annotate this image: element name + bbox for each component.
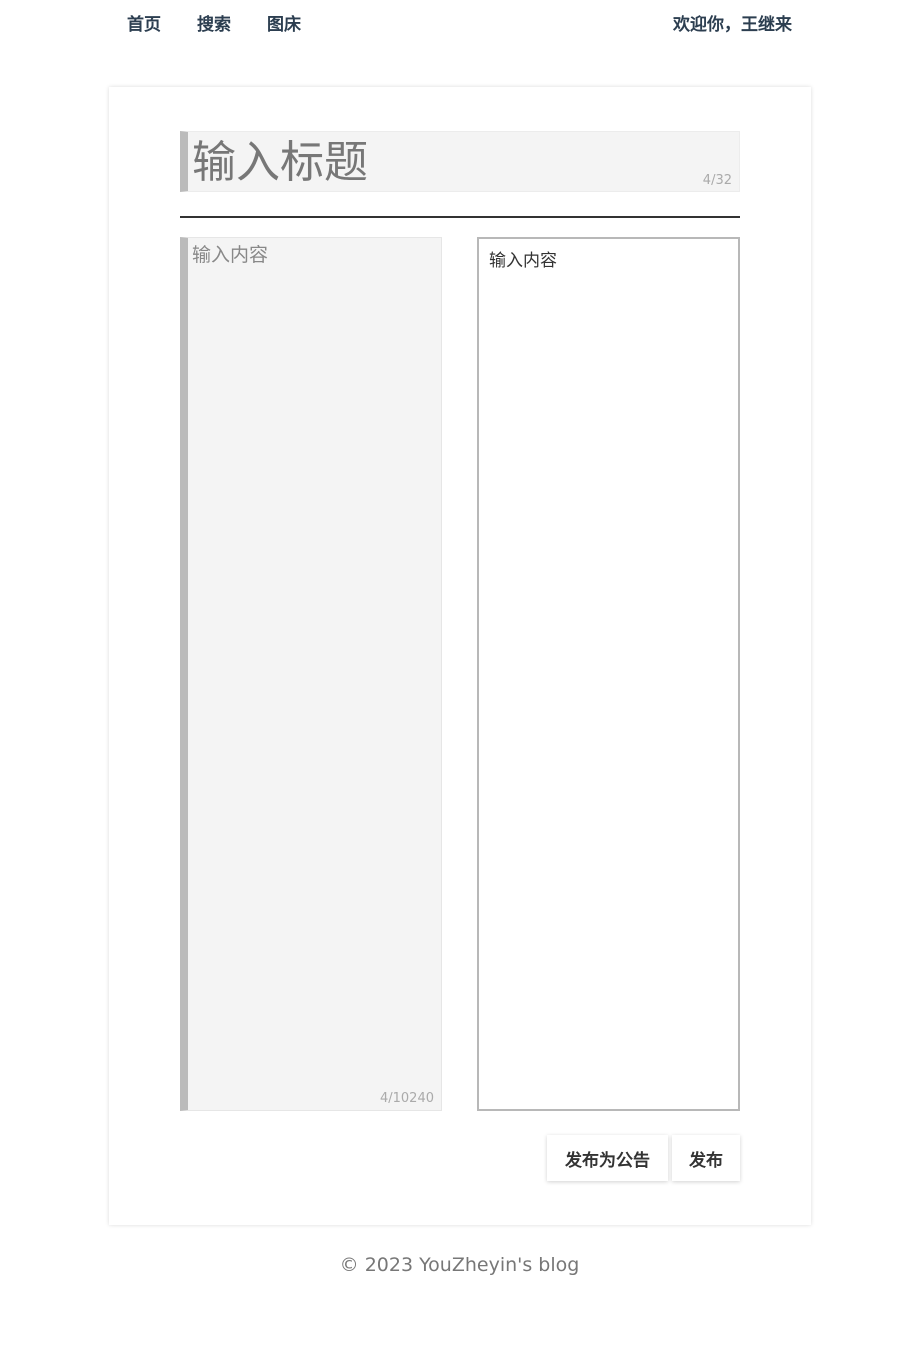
content-textarea[interactable] (192, 240, 437, 1080)
editor-card: 4/32 4/10240 输入内容 发布为公告 发布 (109, 87, 811, 1225)
title-field-container: 4/32 (180, 131, 740, 192)
top-navigation: 首页 搜索 图床 欢迎你，王继来 (0, 0, 919, 42)
publish-button[interactable]: 发布 (672, 1135, 740, 1181)
nav-image-bed-link[interactable]: 图床 (267, 10, 301, 35)
content-char-count: 4/10240 (379, 1091, 434, 1106)
welcome-user-link[interactable]: 欢迎你，王继来 (673, 10, 792, 35)
nav-home-link[interactable]: 首页 (127, 10, 161, 35)
content-preview-pane: 输入内容 (477, 237, 740, 1111)
content-editor-container: 4/10240 (180, 237, 442, 1111)
title-input[interactable] (192, 134, 692, 190)
nav-search-link[interactable]: 搜索 (197, 10, 231, 35)
preview-text: 输入内容 (489, 251, 557, 271)
publish-announcement-button[interactable]: 发布为公告 (547, 1135, 668, 1181)
title-char-count: 4/32 (702, 173, 732, 188)
footer-copyright: © 2023 YouZheyin's blog (339, 1254, 580, 1276)
title-divider (180, 216, 740, 218)
